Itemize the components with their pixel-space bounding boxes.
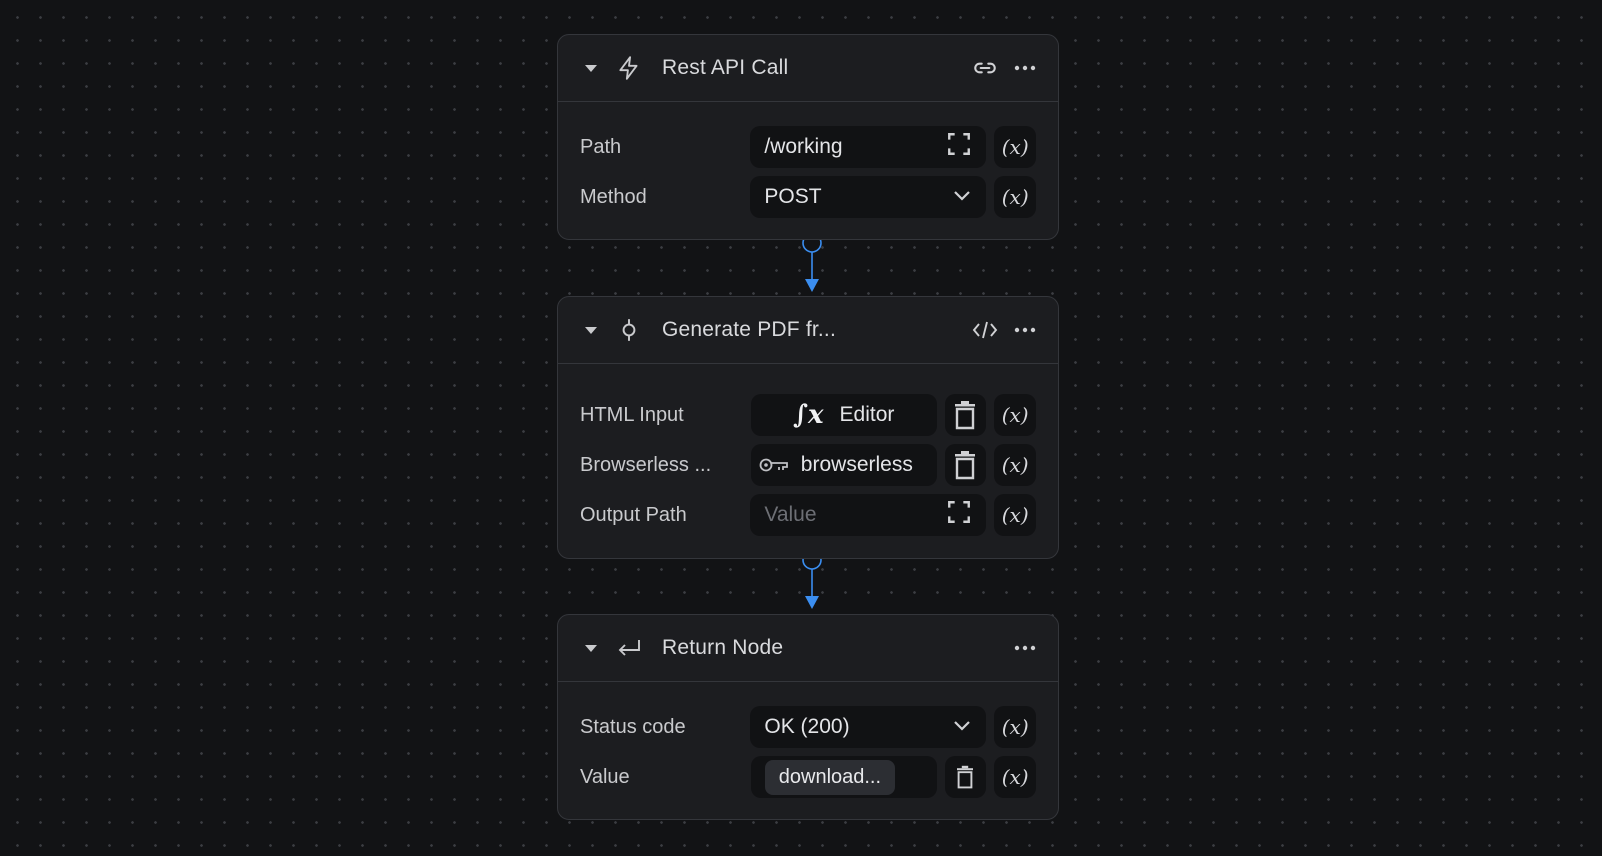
node-return[interactable]: Return Node Status code OK (200) (x) Val… xyxy=(557,614,1059,820)
delete-button[interactable] xyxy=(944,444,987,486)
expand-icon[interactable] xyxy=(946,131,972,163)
browserless-credential[interactable]: browserless xyxy=(750,444,937,486)
node-rest-api-call[interactable]: Rest API Call Path /working (x) Method P… xyxy=(557,34,1059,240)
value-reference[interactable]: download... xyxy=(750,756,937,798)
field-label: Output Path xyxy=(580,503,687,526)
status-code-select[interactable]: OK (200) xyxy=(750,706,987,748)
node-header[interactable]: Return Node xyxy=(558,615,1058,682)
return-arrow-icon xyxy=(614,633,644,663)
variable-button[interactable]: (x) xyxy=(994,444,1036,486)
edge-rest-to-pdf xyxy=(802,233,822,292)
expand-icon[interactable] xyxy=(946,499,972,531)
collapse-caret-icon[interactable] xyxy=(578,635,604,661)
variable-button[interactable]: (x) xyxy=(994,756,1036,798)
key-icon xyxy=(759,456,789,474)
node-title: Return Node xyxy=(662,636,784,659)
trash-icon xyxy=(955,451,976,480)
field-row-method: Method POST (x) xyxy=(580,174,1036,220)
field-label: HTML Input xyxy=(580,403,684,426)
collapse-caret-icon[interactable] xyxy=(578,317,604,343)
variable-button[interactable]: (x) xyxy=(994,176,1036,218)
method-value: POST xyxy=(764,185,822,208)
field-label: Value xyxy=(580,765,630,788)
editor-label: Editor xyxy=(839,403,895,426)
field-row-value: Value download... (x) xyxy=(580,754,1036,800)
chevron-down-icon[interactable] xyxy=(952,185,972,209)
credential-value: browserless xyxy=(800,453,913,476)
more-options-icon[interactable] xyxy=(1008,313,1042,347)
delete-button[interactable] xyxy=(944,756,987,798)
collapse-caret-icon[interactable] xyxy=(578,55,604,81)
commit-node-icon xyxy=(614,315,644,345)
field-row-html-input: HTML Input ∫x Editor (x) xyxy=(580,392,1036,438)
variable-button[interactable]: (x) xyxy=(994,706,1036,748)
delete-button[interactable] xyxy=(944,394,987,436)
chevron-down-icon[interactable] xyxy=(952,715,972,739)
node-header[interactable]: Rest API Call xyxy=(558,35,1058,102)
lightning-icon xyxy=(614,53,644,83)
reference-pill[interactable]: download... xyxy=(764,759,896,795)
html-input-editor[interactable]: ∫x Editor xyxy=(750,394,937,436)
path-value: /working xyxy=(764,135,843,158)
node-title: Rest API Call xyxy=(662,56,789,79)
node-title: Generate PDF fr... xyxy=(662,318,836,341)
method-select[interactable]: POST xyxy=(750,176,987,218)
trash-icon xyxy=(957,765,974,789)
variable-button[interactable]: (x) xyxy=(994,494,1036,536)
edge-pdf-to-return xyxy=(802,550,822,609)
node-header[interactable]: Generate PDF fr... xyxy=(558,297,1058,364)
field-row-output-path: Output Path Value (x) xyxy=(580,492,1036,538)
path-input[interactable]: /working xyxy=(750,126,987,168)
link-icon[interactable] xyxy=(968,51,1002,85)
variable-button[interactable]: (x) xyxy=(994,394,1036,436)
output-path-input[interactable]: Value xyxy=(750,494,987,536)
field-label: Browserless ... xyxy=(580,453,712,476)
field-row-path: Path /working (x) xyxy=(580,124,1036,170)
field-label: Status code xyxy=(580,715,686,738)
field-label: Method xyxy=(580,185,647,208)
field-row-status-code: Status code OK (200) (x) xyxy=(580,704,1036,750)
function-icon: ∫x xyxy=(792,400,824,430)
more-options-icon[interactable] xyxy=(1008,51,1042,85)
variable-button[interactable]: (x) xyxy=(994,126,1036,168)
node-generate-pdf[interactable]: Generate PDF fr... HTML Input ∫x Editor … xyxy=(557,296,1059,559)
output-path-placeholder: Value xyxy=(764,503,817,526)
trash-icon xyxy=(955,401,976,430)
status-code-value: OK (200) xyxy=(764,715,850,738)
field-row-browserless: Browserless ... browserless (x) xyxy=(580,442,1036,488)
code-icon[interactable] xyxy=(968,313,1002,347)
more-options-icon[interactable] xyxy=(1008,631,1042,665)
field-label: Path xyxy=(580,135,622,158)
